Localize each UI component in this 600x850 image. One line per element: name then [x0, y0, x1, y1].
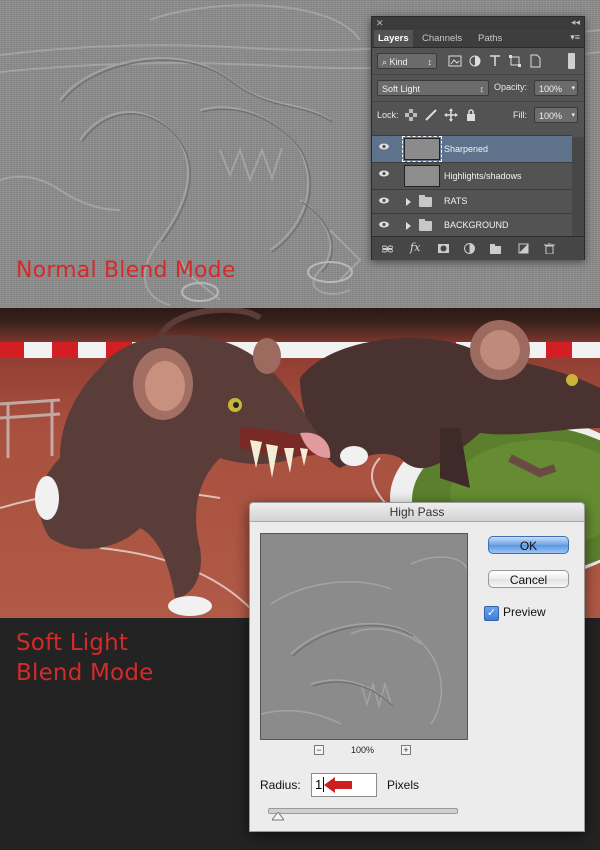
folder-icon [419, 219, 432, 231]
smart-object-filter-icon[interactable] [528, 54, 542, 68]
high-pass-dialog: High Pass OK Cancel ✓ Preview − 100% + R… [249, 502, 585, 832]
dropdown-arrow-icon[interactable]: ▾ [571, 81, 575, 97]
panel-title-bar[interactable]: ✕ ◂◂ [372, 17, 584, 30]
layer-thumbnail[interactable] [402, 136, 442, 162]
layer-row-sharpened[interactable]: Sharpened [372, 135, 572, 162]
lock-transparent-icon[interactable] [404, 108, 418, 122]
search-icon: ⌕ [382, 57, 390, 67]
layers-scrollbar[interactable] [572, 137, 584, 247]
link-layers-icon[interactable] [382, 243, 393, 254]
type-filter-icon[interactable] [488, 54, 502, 68]
layer-row-highlights-shadows[interactable]: Highlights/shadows [372, 162, 572, 189]
pixels-unit-label: Pixels [387, 778, 420, 792]
expand-arrow-icon[interactable] [406, 198, 411, 206]
radius-slider-thumb[interactable] [272, 812, 284, 822]
cancel-button[interactable]: Cancel [488, 570, 569, 588]
opacity-field[interactable]: 100% ▾ [534, 80, 578, 96]
filter-kind-label: Kind [389, 57, 408, 67]
red-arrow-icon [324, 777, 352, 793]
radius-label: Radius: [260, 778, 301, 792]
radius-slider-track[interactable] [268, 808, 458, 814]
layer-name: RATS [444, 196, 468, 206]
trash-icon[interactable] [544, 243, 555, 254]
collapse-icon[interactable]: ◂◂ [571, 17, 580, 28]
eye-icon[interactable] [379, 197, 389, 204]
radius-input[interactable]: 1 [311, 773, 377, 797]
zoom-out-button[interactable]: − [314, 745, 324, 755]
layer-name: Highlights/shadows [444, 171, 522, 181]
zoom-level: 100% [351, 745, 375, 755]
filter-kind-select[interactable]: ⌕ Kind ↕ [377, 53, 437, 69]
adjustment-layer-icon[interactable] [464, 243, 475, 254]
layers-panel: ✕ ◂◂ Layers Channels Paths ▾≡ ⌕ Kind ↕ S… [371, 16, 585, 260]
eye-icon[interactable] [379, 143, 389, 150]
layer-mask-icon[interactable] [438, 243, 449, 254]
tab-paths[interactable]: Paths [474, 30, 506, 47]
soft-light-caption-line1: Soft Light [16, 630, 129, 656]
layer-name: BACKGROUND [444, 220, 509, 230]
lock-move-icon[interactable] [444, 108, 458, 122]
lock-label: Lock: [377, 110, 399, 120]
opacity-label: Opacity: [494, 82, 528, 92]
fx-icon[interactable]: fx [410, 241, 420, 254]
adjustment-filter-icon[interactable] [468, 54, 482, 68]
blend-row: Soft Light ↕ Opacity: 100% ▾ [372, 74, 584, 101]
panel-tabs: Layers Channels Paths ▾≡ [372, 30, 584, 48]
ok-button[interactable]: OK [488, 536, 569, 554]
normal-blend-caption: Normal Blend Mode [16, 258, 236, 283]
fill-label: Fill: [513, 110, 527, 120]
preview-checkbox[interactable]: ✓ [484, 606, 499, 621]
updown-icon: ↕ [427, 57, 433, 67]
expand-arrow-icon[interactable] [406, 222, 411, 230]
preview-label: Preview [503, 605, 546, 619]
radius-value: 1 [315, 777, 323, 792]
panel-menu-icon[interactable]: ▾≡ [570, 32, 580, 43]
layer-group-rats[interactable]: RATS [372, 189, 572, 213]
layer-thumbnail[interactable] [404, 165, 440, 187]
filter-toggle-switch[interactable] [568, 53, 575, 69]
tab-layers[interactable]: Layers [374, 30, 413, 47]
soft-light-caption-line2: Blend Mode [16, 660, 154, 686]
layers-bottom-bar: fx [372, 236, 584, 260]
blend-mode-value: Soft Light [382, 84, 421, 94]
dialog-title[interactable]: High Pass [250, 503, 584, 522]
eye-icon[interactable] [379, 221, 389, 228]
close-icon[interactable]: ✕ [376, 18, 384, 29]
tab-channels[interactable]: Channels [418, 30, 466, 47]
dropdown-arrow-icon[interactable]: ▾ [571, 108, 575, 124]
folder-icon [419, 195, 432, 207]
filter-preview-window[interactable] [260, 533, 468, 740]
eye-icon[interactable] [379, 170, 389, 177]
zoom-in-button[interactable]: + [401, 745, 411, 755]
layer-name: Sharpened [444, 144, 489, 154]
filter-row: ⌕ Kind ↕ [372, 48, 584, 74]
fill-value: 100% [539, 111, 563, 121]
fill-field[interactable]: 100% ▾ [534, 107, 578, 123]
lock-paint-brush-icon[interactable] [424, 108, 438, 122]
pixel-filter-icon[interactable] [448, 54, 462, 68]
opacity-value: 100% [539, 84, 563, 94]
blend-mode-select[interactable]: Soft Light ↕ [377, 80, 489, 96]
lock-all-icon[interactable] [464, 108, 478, 122]
updown-icon: ↕ [479, 84, 485, 94]
layer-group-background[interactable]: BACKGROUND [372, 213, 572, 237]
shape-filter-icon[interactable] [508, 54, 522, 68]
preview-rat-artwork [261, 556, 467, 725]
new-layer-icon[interactable] [518, 243, 529, 254]
new-group-folder-icon[interactable] [490, 243, 501, 254]
lock-row: Lock: Fill: 100% ▾ [372, 101, 584, 128]
